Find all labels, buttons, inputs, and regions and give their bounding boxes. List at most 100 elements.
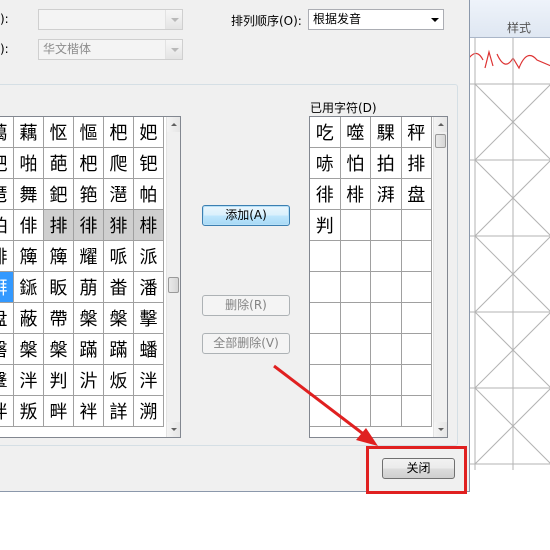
used-char-cell[interactable]: 盘 (401, 179, 432, 210)
used-char-cell[interactable] (310, 396, 341, 427)
available-char-cell[interactable]: 俳 (14, 210, 44, 241)
used-char-cell[interactable] (401, 241, 432, 272)
available-chars-scrollbar[interactable] (166, 117, 180, 437)
delete-button[interactable]: 删除(R) (202, 295, 290, 316)
available-char-cell[interactable]: 眅 (44, 272, 74, 303)
scroll-thumb[interactable] (435, 134, 446, 148)
font-combo[interactable]: 华文楷体 (38, 39, 183, 60)
scroll-up-button[interactable] (167, 117, 180, 132)
available-char-cell[interactable]: 潖 (104, 179, 134, 210)
available-char-cell[interactable]: 擊 (134, 303, 164, 334)
used-char-cell[interactable] (340, 334, 371, 365)
delete-all-button[interactable]: 全部删除(V) (202, 333, 290, 354)
available-char-cell[interactable]: 排 (0, 241, 14, 272)
used-char-cell[interactable]: 怕 (340, 148, 371, 179)
available-char-cell[interactable]: 杷 (104, 117, 134, 148)
used-chars-scrollbar[interactable] (433, 117, 447, 437)
available-char-cell[interactable]: 磐 (0, 334, 14, 365)
available-char-cell[interactable]: 畨 (104, 272, 134, 303)
available-char-cell[interactable]: 怄 (44, 117, 74, 148)
add-button[interactable]: 添加(A) (202, 205, 290, 226)
available-char-cell[interactable]: 泮 (134, 365, 164, 396)
used-char-cell[interactable] (401, 272, 432, 303)
available-char-cell[interactable]: 叛 (14, 396, 44, 427)
available-char-cell[interactable]: 槃 (14, 334, 44, 365)
available-char-cell[interactable]: 猅 (104, 210, 134, 241)
available-char-cell[interactable]: 爬 (104, 148, 134, 179)
available-char-cell[interactable]: 蹣 (104, 334, 134, 365)
available-char-cell[interactable]: 舞 (14, 179, 44, 210)
available-char-cell[interactable]: 哌 (104, 241, 134, 272)
available-char-cell[interactable]: 畔 (44, 396, 74, 427)
available-char-cell[interactable]: 筢 (74, 179, 104, 210)
used-char-cell[interactable] (310, 241, 341, 272)
available-char-cell[interactable]: 葩 (44, 148, 74, 179)
used-char-cell[interactable]: 判 (310, 210, 341, 241)
used-characters-grid[interactable]: 吃噬騍秤哧怕拍排徘棑湃盘判 (309, 116, 448, 438)
available-char-cell[interactable]: 潘 (134, 272, 164, 303)
available-char-cell[interactable]: 簰 (44, 241, 74, 272)
available-char-cell[interactable]: 沜 (74, 365, 104, 396)
available-char-cell[interactable]: 藕 (14, 117, 44, 148)
available-char-cell[interactable]: 拌 (0, 396, 14, 427)
used-char-cell[interactable]: 棑 (340, 179, 371, 210)
used-char-cell[interactable]: 排 (401, 148, 432, 179)
available-char-cell[interactable]: 袢 (74, 396, 104, 427)
available-char-cell[interactable]: 耀 (74, 241, 104, 272)
used-char-cell[interactable] (340, 396, 371, 427)
used-char-cell[interactable] (340, 210, 371, 241)
sort-order-combo[interactable]: 根据发音 (308, 9, 444, 30)
available-char-cell[interactable]: 詳 (104, 396, 134, 427)
used-char-cell[interactable] (340, 272, 371, 303)
used-char-cell[interactable] (401, 334, 432, 365)
used-char-cell[interactable]: 吃 (310, 117, 341, 148)
available-char-cell[interactable]: 帕 (134, 179, 164, 210)
scroll-down-button[interactable] (434, 422, 447, 437)
scroll-down-button[interactable] (167, 422, 180, 437)
available-char-cell[interactable]: 琶 (0, 179, 14, 210)
used-char-cell[interactable] (340, 303, 371, 334)
used-char-cell[interactable] (310, 334, 341, 365)
used-char-cell[interactable] (401, 303, 432, 334)
used-char-cell[interactable] (310, 272, 341, 303)
available-char-cell[interactable]: 啪 (14, 148, 44, 179)
available-char-cell[interactable]: 鈀 (44, 179, 74, 210)
available-char-cell[interactable]: 槃 (104, 303, 134, 334)
used-char-cell[interactable]: 噬 (340, 117, 371, 148)
used-char-cell[interactable] (371, 241, 402, 272)
available-char-cell[interactable]: 萠 (74, 272, 104, 303)
available-char-cell[interactable]: 蹣 (74, 334, 104, 365)
available-char-cell[interactable]: 钯 (134, 148, 164, 179)
available-char-cell[interactable]: 湃 (0, 272, 14, 303)
used-char-cell[interactable]: 徘 (310, 179, 341, 210)
available-characters-grid[interactable]: 蔼藕怄慪杷妑耙啪葩杷爬钯琶舞鈀筢潖帕怕俳排徘猅棑排簰簰耀哌派湃鎃眅萠畨潘盘蔽帶槃… (0, 116, 181, 438)
used-char-cell[interactable] (401, 396, 432, 427)
used-char-cell[interactable]: 拍 (371, 148, 402, 179)
available-char-cell[interactable]: 槃 (74, 303, 104, 334)
used-char-cell[interactable]: 湃 (371, 179, 402, 210)
available-char-cell[interactable]: 盘 (0, 303, 14, 334)
used-char-cell[interactable]: 騍 (371, 117, 402, 148)
used-char-cell[interactable] (401, 365, 432, 396)
used-char-cell[interactable] (371, 396, 402, 427)
used-char-cell[interactable] (340, 241, 371, 272)
used-char-cell[interactable] (340, 365, 371, 396)
used-char-cell[interactable] (371, 272, 402, 303)
used-char-cell[interactable] (371, 334, 402, 365)
available-char-cell[interactable]: 怕 (0, 210, 14, 241)
available-char-cell[interactable]: 鞶 (0, 365, 14, 396)
available-char-cell[interactable]: 蟠 (134, 334, 164, 365)
used-char-cell[interactable] (310, 365, 341, 396)
available-char-cell[interactable]: 派 (134, 241, 164, 272)
scroll-up-button[interactable] (434, 117, 447, 132)
available-char-cell[interactable]: 妑 (134, 117, 164, 148)
used-char-cell[interactable]: 哧 (310, 148, 341, 179)
scroll-thumb[interactable] (168, 277, 179, 293)
available-char-cell[interactable]: 炍 (104, 365, 134, 396)
available-char-cell[interactable]: 槃 (44, 334, 74, 365)
row1-combo[interactable] (38, 9, 183, 30)
used-char-cell[interactable] (310, 303, 341, 334)
available-char-cell[interactable]: 慪 (74, 117, 104, 148)
used-char-cell[interactable] (371, 210, 402, 241)
available-char-cell[interactable]: 徘 (74, 210, 104, 241)
